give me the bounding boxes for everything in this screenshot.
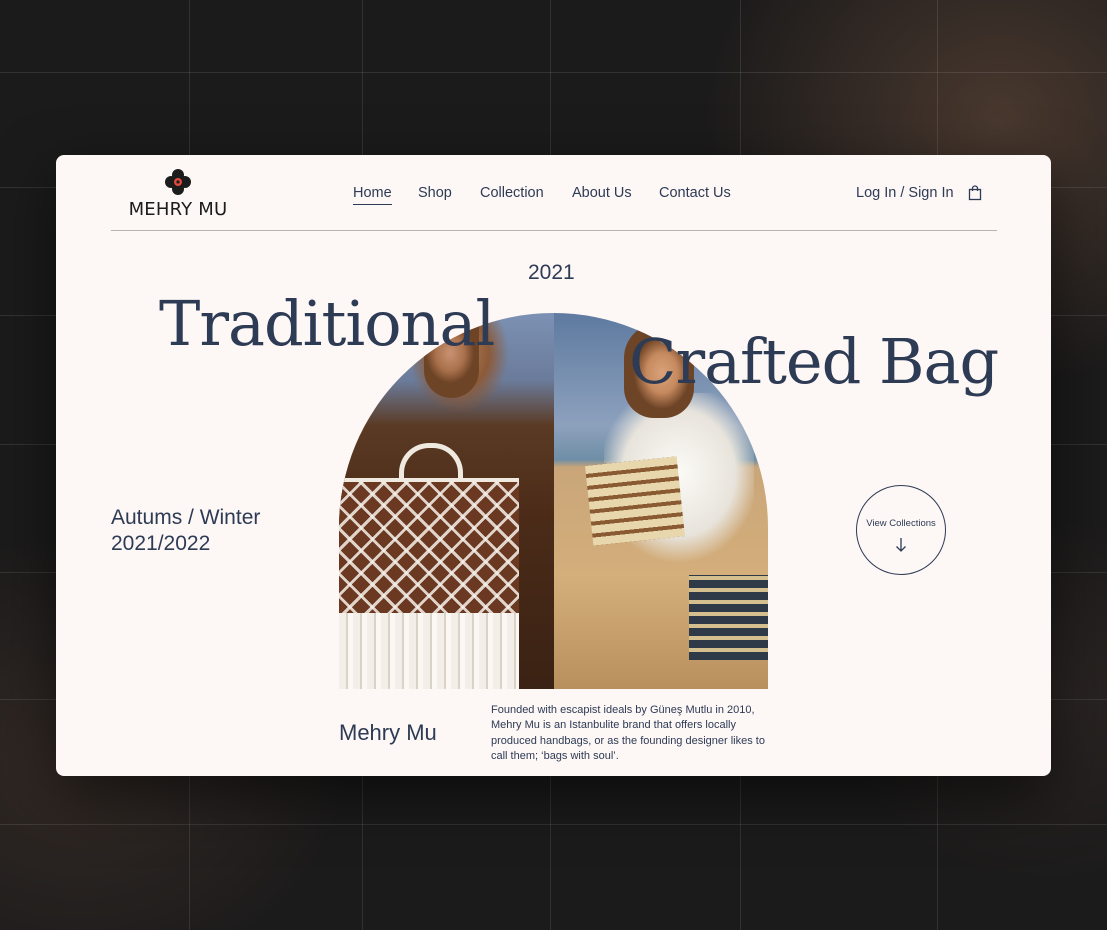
hero-photo-left bbox=[339, 313, 554, 689]
grid-line bbox=[0, 824, 1107, 825]
hero-title-part1: Traditional bbox=[159, 287, 495, 360]
bag-fringe bbox=[339, 613, 519, 689]
nav-home[interactable]: Home bbox=[353, 185, 392, 205]
nav-shop[interactable]: Shop bbox=[418, 185, 452, 201]
login-signin-link[interactable]: Log In / Sign In bbox=[856, 185, 954, 201]
website-preview-card: MEHRY MU Home Shop Collection About Us C… bbox=[56, 155, 1051, 776]
flower-logo-icon bbox=[165, 169, 191, 195]
about-brand-name: Mehry Mu bbox=[339, 720, 437, 745]
view-collections-button[interactable]: View Collections bbox=[856, 485, 946, 575]
logo-wordmark: MEHRY MU bbox=[128, 199, 228, 220]
season-label: Autums / Winter 2021/2022 bbox=[111, 505, 260, 557]
hero-title-part2: Crafted Bag bbox=[629, 325, 999, 398]
brand-logo[interactable]: MEHRY MU bbox=[124, 169, 232, 220]
header-divider bbox=[111, 230, 997, 231]
hero-year: 2021 bbox=[528, 261, 575, 284]
woven-bag bbox=[689, 575, 768, 660]
view-collections-label: View Collections bbox=[866, 518, 936, 529]
season-line2: 2021/2022 bbox=[111, 532, 211, 555]
straw-bag bbox=[585, 456, 685, 546]
shopping-bag-icon[interactable] bbox=[968, 185, 982, 201]
nav-collection[interactable]: Collection bbox=[480, 185, 544, 201]
grid-line bbox=[0, 72, 1107, 73]
about-description: Founded with escapist ideals by Güneş Mu… bbox=[491, 704, 765, 763]
nav-about-us[interactable]: About Us bbox=[572, 185, 632, 201]
arrow-down-icon bbox=[896, 538, 906, 552]
season-line1: Autums / Winter bbox=[111, 506, 261, 529]
nav-contact-us[interactable]: Contact Us bbox=[659, 185, 731, 201]
